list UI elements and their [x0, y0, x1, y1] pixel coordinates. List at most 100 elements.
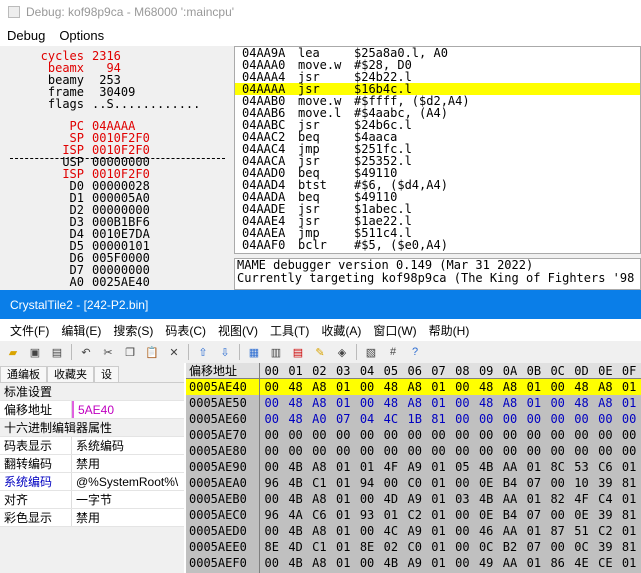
hex-byte[interactable]: A8: [307, 555, 331, 571]
hex-byte[interactable]: 00: [617, 443, 641, 459]
hex-byte[interactable]: C1: [307, 539, 331, 555]
hex-byte[interactable]: 01: [522, 379, 546, 395]
hex-byte[interactable]: 00: [546, 379, 570, 395]
hex-byte[interactable]: 00: [546, 475, 570, 491]
hex-byte[interactable]: 81: [427, 411, 451, 427]
hex-byte[interactable]: 48: [379, 379, 403, 395]
hex-byte[interactable]: 4E: [570, 555, 594, 571]
hex-byte[interactable]: A9: [403, 459, 427, 475]
hex-byte[interactable]: 00: [355, 395, 379, 411]
disasm-line[interactable]: 04AABC jsr $24b6c.l: [235, 119, 640, 131]
hex-byte[interactable]: 01: [617, 491, 641, 507]
menu-help[interactable]: 帮助(H): [423, 322, 476, 339]
hex-byte[interactable]: A8: [498, 395, 522, 411]
menu-view[interactable]: 视图(V): [212, 322, 264, 339]
hex-byte[interactable]: 01: [331, 555, 355, 571]
hex-byte[interactable]: 00: [379, 475, 403, 491]
register-value[interactable]: 0025AE40: [92, 276, 150, 288]
hex-byte[interactable]: A8: [593, 379, 617, 395]
hex-row[interactable]: 0005AEA0 96 4B C1 01 94 00 C0 01 00 0E B4 07 00 10 39 81: [186, 475, 641, 491]
go-down-icon[interactable]: ⇩: [216, 344, 234, 360]
hex-byte[interactable]: 00: [331, 427, 355, 443]
hex-byte[interactable]: 00: [284, 427, 308, 443]
hex-byte[interactable]: 96: [260, 475, 284, 491]
save-icon[interactable]: ▣: [26, 344, 44, 360]
hex-byte[interactable]: 00: [474, 411, 498, 427]
hex-byte[interactable]: 48: [284, 395, 308, 411]
hex-byte[interactable]: 05: [450, 459, 474, 475]
hex-byte[interactable]: 00: [331, 443, 355, 459]
hex-byte[interactable]: A9: [403, 523, 427, 539]
hex-byte[interactable]: C6: [307, 507, 331, 523]
menu-debug[interactable]: Debug: [0, 28, 52, 43]
hex-view-icon[interactable]: ▥: [267, 344, 285, 360]
hex-byte[interactable]: 01: [355, 459, 379, 475]
hex-byte[interactable]: 00: [546, 539, 570, 555]
hex-byte[interactable]: 01: [331, 475, 355, 491]
menu-options[interactable]: Options: [52, 28, 111, 43]
hex-row[interactable]: 0005AEB0 00 4B A8 01 00 4D A9 01 03 4B AA 01 82 4F C4 01: [186, 491, 641, 507]
hex-byte[interactable]: B4: [498, 475, 522, 491]
disasm-line[interactable]: 04AAD4 btst #$6, ($d4,A4): [235, 179, 640, 191]
hex-byte[interactable]: 01: [427, 395, 451, 411]
hex-byte[interactable]: AA: [498, 491, 522, 507]
hex-byte[interactable]: 00: [570, 443, 594, 459]
hex-byte[interactable]: 49: [474, 555, 498, 571]
hex-byte[interactable]: 00: [498, 427, 522, 443]
hex-byte[interactable]: 48: [284, 379, 308, 395]
hex-row[interactable]: 0005AEE0 8E 4D C1 01 8E 02 C0 01 00 0C B2 07 00 0C 39 81: [186, 539, 641, 555]
tab-settings[interactable]: 设: [94, 366, 119, 382]
hex-byte[interactable]: 00: [355, 379, 379, 395]
hex-byte[interactable]: 48: [474, 379, 498, 395]
hex-byte[interactable]: 8C: [546, 459, 570, 475]
hex-byte[interactable]: 87: [546, 523, 570, 539]
hex-byte[interactable]: A8: [307, 379, 331, 395]
hex-byte[interactable]: 51: [570, 523, 594, 539]
hex-byte[interactable]: 4B: [284, 491, 308, 507]
disasm-line[interactable]: 04AAF0 bclr #$5, ($e0,A4): [235, 239, 640, 251]
hex-byte[interactable]: 04: [355, 411, 379, 427]
hex-byte[interactable]: 48: [570, 395, 594, 411]
hex-byte[interactable]: 00: [403, 427, 427, 443]
hex-byte[interactable]: 93: [355, 507, 379, 523]
hex-byte[interactable]: 00: [498, 443, 522, 459]
hex-byte[interactable]: 4B: [284, 459, 308, 475]
menu-search[interactable]: 搜索(S): [107, 322, 159, 339]
hex-byte[interactable]: 00: [355, 523, 379, 539]
hex-byte[interactable]: 96: [260, 507, 284, 523]
hex-row[interactable]: 0005AEF0 00 4B A8 01 00 4B A9 01 00 49 AA 01 86 4E CE 01: [186, 555, 641, 571]
property-value[interactable]: 禁用: [72, 509, 184, 526]
property-row[interactable]: 对齐 一字节: [0, 491, 184, 509]
hex-byte[interactable]: 10: [570, 475, 594, 491]
hex-byte[interactable]: 4F: [379, 459, 403, 475]
hex-byte[interactable]: 00: [260, 459, 284, 475]
hex-byte[interactable]: C4: [593, 491, 617, 507]
hex-byte[interactable]: A8: [403, 395, 427, 411]
hex-byte[interactable]: 4B: [474, 491, 498, 507]
hex-byte[interactable]: C2: [403, 507, 427, 523]
property-row[interactable]: 码表显示 系统编码: [0, 437, 184, 455]
property-value[interactable]: 禁用: [72, 455, 184, 472]
hex-byte[interactable]: 0E: [474, 475, 498, 491]
hex-byte[interactable]: 07: [522, 539, 546, 555]
property-row[interactable]: 系统编码 @%SystemRoot%\: [0, 473, 184, 491]
hex-byte[interactable]: 00: [284, 443, 308, 459]
hex-byte[interactable]: 4B: [284, 475, 308, 491]
hex-byte[interactable]: 01: [617, 459, 641, 475]
hex-byte[interactable]: 01: [331, 379, 355, 395]
hex-byte[interactable]: 82: [546, 491, 570, 507]
hex-byte[interactable]: 00: [427, 427, 451, 443]
hex-byte[interactable]: 0C: [474, 539, 498, 555]
hex-byte[interactable]: 4B: [284, 523, 308, 539]
save-all-icon[interactable]: ▤: [48, 344, 66, 360]
help-icon[interactable]: ?: [406, 344, 424, 360]
hex-byte[interactable]: 8E: [260, 539, 284, 555]
disasm-line[interactable]: 04AAB6 move.l #$4aabc, (A4): [235, 107, 640, 119]
hex-byte[interactable]: 4F: [570, 491, 594, 507]
hex-byte[interactable]: 00: [450, 555, 474, 571]
hex-byte[interactable]: 0E: [570, 507, 594, 523]
menu-tools[interactable]: 工具(T): [264, 322, 315, 339]
hex-byte[interactable]: 01: [331, 395, 355, 411]
hex-byte[interactable]: CE: [593, 555, 617, 571]
hex-byte[interactable]: 4C: [379, 411, 403, 427]
